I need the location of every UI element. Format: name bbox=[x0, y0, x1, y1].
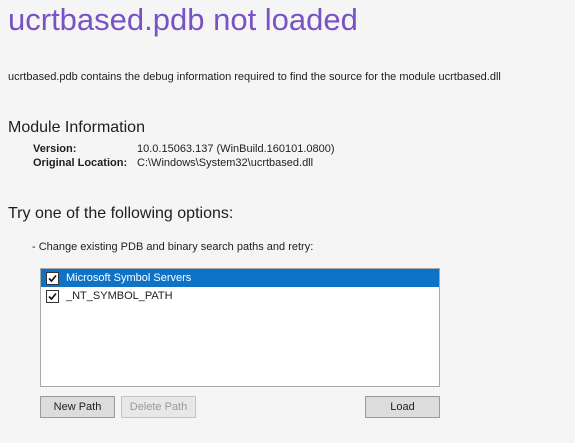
path-item-microsoft-symbol-servers[interactable]: Microsoft Symbol Servers bbox=[41, 269, 439, 287]
new-path-button[interactable]: New Path bbox=[40, 396, 115, 418]
location-value: C:\Windows\System32\ucrtbased.dll bbox=[137, 157, 314, 169]
location-row: Original Location: C:\Windows\System32\u… bbox=[33, 156, 335, 170]
search-path-list[interactable]: Microsoft Symbol Servers _NT_SYMBOL_PATH bbox=[40, 268, 440, 387]
path-item-label: Microsoft Symbol Servers bbox=[66, 272, 192, 284]
load-button[interactable]: Load bbox=[365, 396, 440, 418]
delete-path-button[interactable]: Delete Path bbox=[121, 396, 196, 418]
module-info-table: Version: 10.0.15063.137 (WinBuild.160101… bbox=[33, 142, 335, 170]
description-text: ucrtbased.pdb contains the debug informa… bbox=[8, 71, 501, 83]
path-item-label: _NT_SYMBOL_PATH bbox=[66, 290, 173, 302]
checkbox[interactable] bbox=[46, 271, 59, 285]
checkmark-icon bbox=[48, 292, 57, 300]
checkbox[interactable] bbox=[46, 289, 59, 303]
options-heading: Try one of the following options: bbox=[8, 205, 234, 222]
module-info-heading: Module Information bbox=[8, 119, 145, 136]
checkmark-icon bbox=[48, 274, 57, 282]
version-value: 10.0.15063.137 (WinBuild.160101.0800) bbox=[137, 143, 335, 155]
page-title: ucrtbased.pdb not loaded bbox=[8, 2, 358, 37]
version-label: Version: bbox=[33, 143, 77, 155]
location-label: Original Location: bbox=[33, 157, 128, 169]
path-item-nt-symbol-path[interactable]: _NT_SYMBOL_PATH bbox=[41, 287, 439, 305]
option-change-paths: - Change existing PDB and binary search … bbox=[32, 241, 314, 253]
version-row: Version: 10.0.15063.137 (WinBuild.160101… bbox=[33, 142, 335, 156]
